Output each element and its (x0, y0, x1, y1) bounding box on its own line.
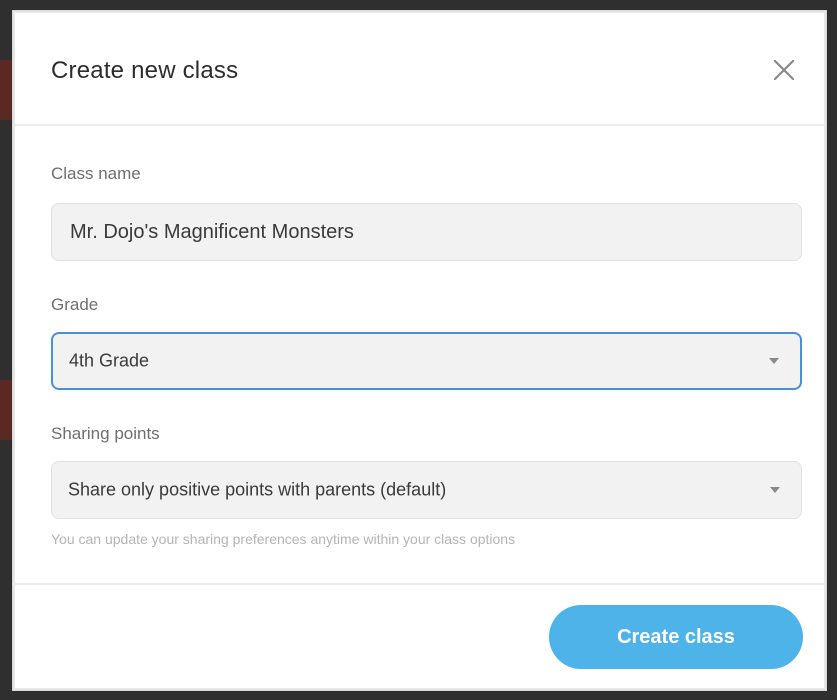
close-button[interactable] (769, 55, 799, 85)
grade-label: Grade (51, 295, 99, 314)
backdrop-edge (0, 60, 12, 120)
sharing-points-label: Sharing points (51, 424, 160, 443)
chevron-down-icon (769, 486, 781, 494)
close-icon (773, 59, 795, 81)
sharing-hint: You can update your sharing preferences … (51, 531, 516, 547)
modal-header: Create new class (13, 11, 826, 126)
create-class-button[interactable]: Create class (549, 605, 803, 669)
grade-select[interactable]: 4th Grade (51, 332, 802, 390)
class-name-input[interactable] (51, 203, 802, 261)
create-class-modal: Create new class Class name Grade 4th Gr… (12, 10, 827, 691)
class-name-label: Class name (51, 164, 141, 183)
footer-divider (13, 583, 826, 585)
grade-select-value: 4th Grade (69, 350, 150, 371)
backdrop-edge (0, 380, 12, 440)
sharing-points-select[interactable]: Share only positive points with parents … (51, 461, 802, 519)
modal-title: Create new class (51, 57, 239, 84)
sharing-points-select-value: Share only positive points with parents … (68, 479, 447, 500)
chevron-down-icon (768, 357, 780, 365)
